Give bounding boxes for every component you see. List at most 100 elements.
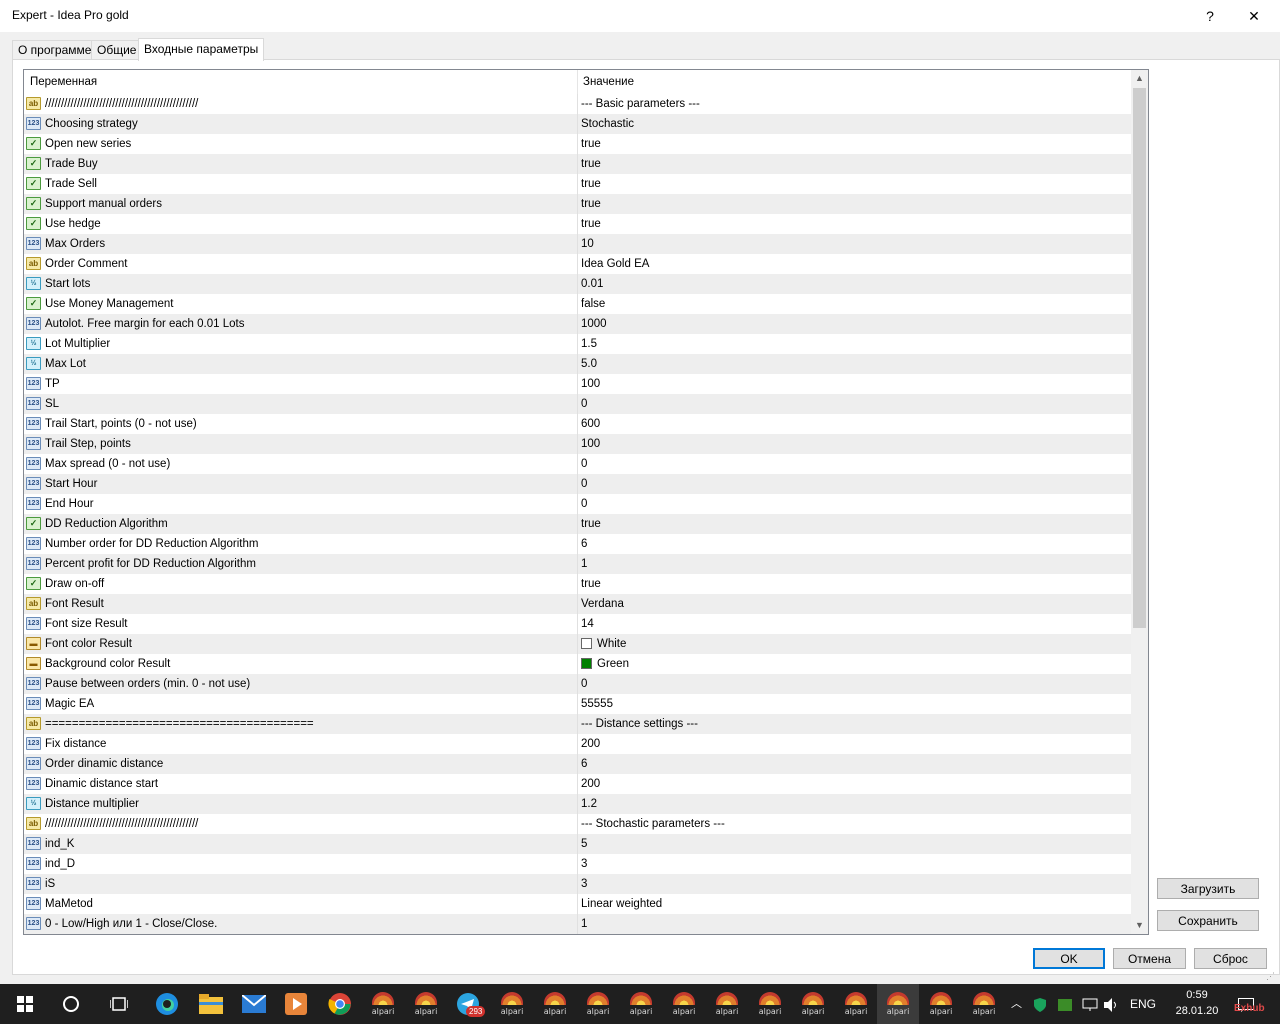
value-cell[interactable]: 0.01 [577, 274, 1132, 294]
save-button[interactable]: Сохранить [1157, 910, 1259, 931]
value-cell[interactable]: true [577, 214, 1132, 234]
alpari-terminal-icon[interactable]: alpari [367, 990, 399, 1018]
parameter-value[interactable]: 0 [581, 498, 587, 510]
parameter-value[interactable]: 5 [581, 838, 587, 850]
value-cell[interactable]: 14 [577, 614, 1132, 634]
table-row[interactable]: ab //////////////////////////////////////… [24, 94, 1131, 114]
parameter-value[interactable]: 1.5 [581, 338, 597, 350]
table-row[interactable]: ✓ Trade Sell true [24, 174, 1131, 194]
parameter-value[interactable]: true [581, 158, 601, 170]
telegram-icon[interactable] [447, 984, 489, 1024]
parameter-value[interactable]: true [581, 578, 601, 590]
value-cell[interactable]: true [577, 514, 1132, 534]
parameter-value[interactable]: 3 [581, 858, 587, 870]
alpari-terminal-icon[interactable]: alpari [410, 990, 442, 1018]
nvidia-icon[interactable] [1058, 984, 1072, 1024]
parameter-value[interactable]: 1000 [581, 318, 607, 330]
value-cell[interactable]: 3 [577, 874, 1132, 894]
value-cell[interactable]: 0 [577, 474, 1132, 494]
ok-button[interactable]: OK [1033, 948, 1105, 969]
value-cell[interactable]: 0 [577, 394, 1132, 414]
parameter-value[interactable]: Linear weighted [581, 898, 662, 910]
table-row[interactable]: ▬ Font color Result White [24, 634, 1131, 654]
value-cell[interactable]: 600 [577, 414, 1132, 434]
alpari-terminal-icon[interactable]: alpari [625, 990, 657, 1018]
parameter-value[interactable]: 100 [581, 378, 600, 390]
help-button[interactable]: ? [1195, 4, 1225, 28]
table-row[interactable]: 123 Percent profit for DD Reduction Algor… [24, 554, 1131, 574]
table-row[interactable]: 123 MaMetod Linear weighted [24, 894, 1131, 914]
file-explorer-icon[interactable] [190, 984, 232, 1024]
chrome-icon[interactable] [319, 984, 361, 1024]
column-divider[interactable] [577, 70, 578, 94]
alpari-terminal-icon[interactable]: alpari [539, 990, 571, 1018]
alpari-terminal-icon[interactable]: alpari [754, 990, 786, 1018]
parameter-value[interactable]: 200 [581, 738, 600, 750]
table-row[interactable]: 123 Choosing strategy Stochastic [24, 114, 1131, 134]
shield-icon[interactable] [1034, 984, 1046, 1024]
scroll-up-arrow-icon[interactable]: ▲ [1131, 70, 1148, 87]
start-windows-icon[interactable] [4, 984, 46, 1024]
parameter-value[interactable]: 55555 [581, 698, 613, 710]
parameter-value[interactable]: Stochastic [581, 118, 634, 130]
chevron-up-icon[interactable]: ︿ [1011, 984, 1022, 1024]
table-row[interactable]: ✓ Draw on-off true [24, 574, 1131, 594]
table-row[interactable]: ab Font Result Verdana [24, 594, 1131, 614]
parameter-value[interactable]: 1 [581, 558, 587, 570]
scroll-down-arrow-icon[interactable]: ▼ [1131, 917, 1148, 934]
value-cell[interactable]: 5.0 [577, 354, 1132, 374]
value-cell[interactable]: 1000 [577, 314, 1132, 334]
table-row[interactable]: 123 TP 100 [24, 374, 1131, 394]
parameter-value[interactable]: false [581, 298, 605, 310]
table-row[interactable]: 123 Start Hour 0 [24, 474, 1131, 494]
table-row[interactable]: 123 SL 0 [24, 394, 1131, 414]
parameter-value[interactable]: true [581, 138, 601, 150]
parameter-value[interactable]: 1.2 [581, 798, 597, 810]
parameter-value[interactable]: 0 [581, 678, 587, 690]
alpari-terminal-icon[interactable]: alpari [668, 990, 700, 1018]
value-cell[interactable]: true [577, 574, 1132, 594]
parameter-value[interactable]: 0 [581, 478, 587, 490]
alpari-terminal-icon[interactable]: alpari [496, 990, 528, 1018]
parameter-value[interactable]: 10 [581, 238, 594, 250]
alpari-terminal-icon[interactable]: alpari [797, 990, 829, 1018]
value-cell[interactable]: 0 [577, 494, 1132, 514]
tab-inputs[interactable]: Входные параметры [138, 38, 265, 61]
network-icon[interactable] [1082, 984, 1098, 1024]
value-cell[interactable]: Stochastic [577, 114, 1132, 134]
table-row[interactable]: ab //////////////////////////////////////… [24, 814, 1131, 834]
table-row[interactable]: 123 End Hour 0 [24, 494, 1131, 514]
media-player-icon[interactable] [275, 984, 317, 1024]
table-row[interactable]: ½ Distance multiplier 1.2 [24, 794, 1131, 814]
table-row[interactable]: 123 Pause between orders (min. 0 - not us… [24, 674, 1131, 694]
table-row[interactable]: ½ Max Lot 5.0 [24, 354, 1131, 374]
value-cell[interactable]: --- Stochastic parameters --- [577, 814, 1132, 834]
value-cell[interactable]: 0 [577, 454, 1132, 474]
value-cell[interactable]: 1.5 [577, 334, 1132, 354]
value-cell[interactable]: Verdana [577, 594, 1132, 614]
table-row[interactable]: 123 Trail Start, points (0 - not use) 600 [24, 414, 1131, 434]
alpari-terminal-icon[interactable]: alpari [840, 990, 872, 1018]
parameter-value[interactable]: true [581, 518, 601, 530]
value-cell[interactable]: true [577, 174, 1132, 194]
value-cell[interactable]: 3 [577, 854, 1132, 874]
alpari-terminal-icon-active[interactable]: alpari [882, 990, 914, 1018]
task-view-icon[interactable] [98, 984, 140, 1024]
parameter-value[interactable]: Verdana [581, 598, 624, 610]
mail-icon[interactable] [233, 984, 275, 1024]
alpari-terminal-icon[interactable]: alpari [711, 990, 743, 1018]
value-cell[interactable]: true [577, 154, 1132, 174]
table-row[interactable]: 123 Trail Step, points 100 [24, 434, 1131, 454]
parameter-value[interactable]: 6 [581, 758, 587, 770]
table-row[interactable]: ✓ Use hedge true [24, 214, 1131, 234]
alpari-terminal-icon[interactable]: alpari [968, 990, 1000, 1018]
table-row[interactable]: 123 Order dinamic distance 6 [24, 754, 1131, 774]
parameters-grid[interactable]: Переменная Значение ab //////////////////… [23, 69, 1149, 935]
value-cell[interactable]: true [577, 194, 1132, 214]
alpari-terminal-icon[interactable]: alpari [925, 990, 957, 1018]
vertical-scrollbar[interactable]: ▲ ▼ [1131, 70, 1148, 934]
table-row[interactable]: 123 ind_D 3 [24, 854, 1131, 874]
scroll-thumb[interactable] [1133, 88, 1146, 628]
parameter-value[interactable]: true [581, 218, 601, 230]
value-cell[interactable]: White [577, 634, 1132, 654]
